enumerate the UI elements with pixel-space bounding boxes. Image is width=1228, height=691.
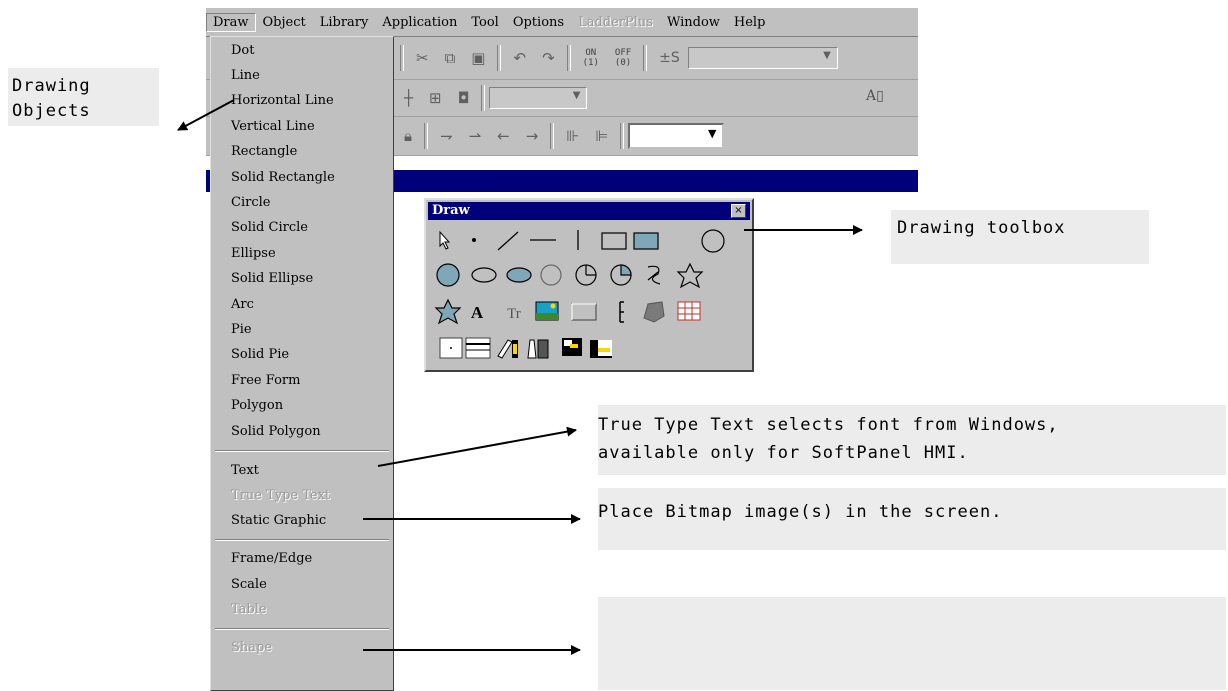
arrow-to-drawing-objects — [177, 99, 235, 131]
arrow-to-true-type-callout — [377, 426, 577, 467]
annotation-arrows — [177, 99, 863, 655]
